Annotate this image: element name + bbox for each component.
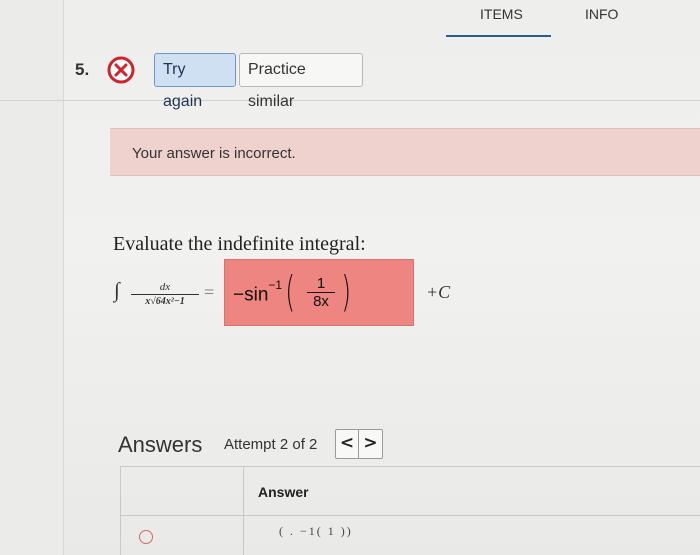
equals-sign: =	[204, 282, 215, 302]
right-paren: )	[341, 267, 352, 316]
integral-sign: ∫	[114, 278, 120, 302]
answers-table: Answer ( . −1( 1 ))	[120, 466, 700, 555]
integrand-numerator: dx	[131, 281, 199, 295]
answer-denominator: 8x	[313, 293, 329, 310]
tab-info[interactable]: INFO	[585, 6, 618, 22]
attempt-counter: Attempt 2 of 2	[224, 436, 318, 453]
answer-exponent: −1	[268, 278, 283, 292]
active-tab-indicator	[446, 35, 551, 37]
constant-of-integration: +C	[426, 282, 451, 302]
answer-fraction: 1 8x	[307, 275, 335, 311]
section-divider	[0, 100, 700, 101]
next-attempt-button[interactable]: >	[359, 430, 382, 458]
try-again-button[interactable]: Try again	[154, 53, 236, 110]
table-column-divider	[243, 467, 244, 555]
incorrect-x-icon	[107, 56, 135, 84]
tab-items[interactable]: ITEMS	[480, 6, 523, 22]
integrand-denominator: x√64x²−1	[145, 296, 185, 307]
left-gutter	[0, 0, 64, 555]
table-row: ( . −1( 1 ))	[279, 524, 353, 538]
practice-similar-button[interactable]: Practice similar	[239, 53, 363, 110]
answer-numerator: 1	[307, 275, 335, 293]
answer-status-icon	[139, 530, 153, 544]
previous-attempt-button[interactable]: <	[336, 430, 359, 458]
answers-heading: Answers	[118, 432, 203, 457]
answer-function: −sin−1	[233, 278, 283, 306]
table-row-divider	[121, 515, 700, 516]
integrand-fraction: dx x√64x²−1	[131, 281, 199, 308]
left-paren: (	[285, 267, 296, 316]
attempt-navigation: < >	[335, 429, 383, 459]
question-prompt: Evaluate the indefinite integral:	[113, 233, 366, 255]
answer-column-header: Answer	[258, 484, 309, 500]
question-number: 5.	[75, 60, 90, 79]
answer-input-incorrect[interactable]: −sin−1 ( 1 8x )	[224, 259, 414, 326]
feedback-banner: Your answer is incorrect.	[110, 128, 700, 176]
feedback-message: Your answer is incorrect.	[132, 145, 296, 162]
